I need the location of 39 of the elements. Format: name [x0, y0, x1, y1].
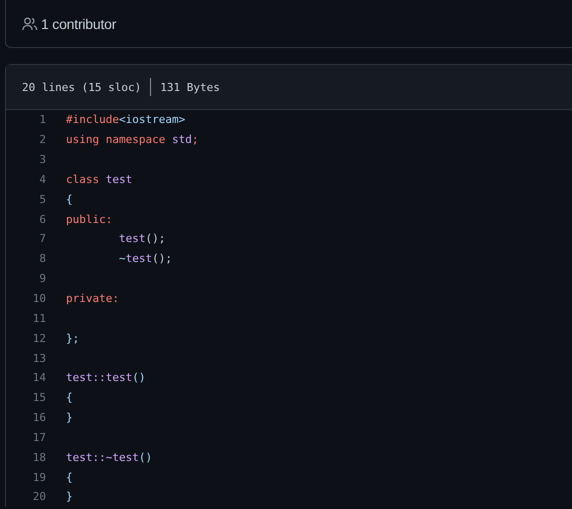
- line-number: 16: [32, 411, 46, 424]
- line-number: 15: [32, 391, 46, 404]
- code-line: private:: [66, 292, 119, 306]
- code-line: test::~test(): [66, 450, 152, 464]
- code-line: }: [66, 411, 73, 424]
- contributor-count[interactable]: 1 contributor: [41, 16, 116, 32]
- people-icon: [22, 16, 38, 30]
- line-number: 13: [32, 352, 46, 365]
- line-number: 8: [38, 252, 46, 266]
- line-number: 2: [38, 133, 46, 146]
- line-number: 1: [38, 113, 46, 126]
- code-line: using namespace std;: [66, 133, 198, 146]
- line-number: 4: [38, 172, 46, 186]
- line-number: 19: [32, 470, 46, 484]
- code-line: };: [66, 332, 80, 345]
- code-line: class test: [66, 172, 132, 186]
- line-number: 12: [32, 332, 46, 345]
- code-line: {: [66, 192, 73, 206]
- line-number: 18: [32, 450, 46, 464]
- file-size: 131 Bytes: [160, 80, 220, 94]
- code-line: public:: [66, 212, 112, 226]
- line-number: 10: [32, 292, 46, 306]
- line-number: 7: [38, 232, 46, 246]
- line-number: 14: [32, 371, 46, 384]
- line-number: 17: [32, 430, 46, 444]
- line-count: 20 lines (15 sloc): [22, 80, 142, 94]
- code-line: test();: [118, 232, 166, 246]
- line-number: 11: [32, 312, 46, 325]
- code-line: {: [66, 391, 73, 404]
- line-number: 3: [38, 153, 46, 166]
- code-line: test::test(): [66, 371, 146, 384]
- code-line: ~test();: [118, 252, 172, 266]
- code-line: {: [66, 470, 73, 484]
- line-number: 20: [32, 490, 46, 504]
- line-number: 9: [38, 272, 46, 286]
- line-number: 6: [38, 212, 46, 226]
- code-line: }: [66, 490, 73, 504]
- line-number: 5: [38, 192, 46, 206]
- code-line: #include<iostream>: [66, 113, 186, 126]
